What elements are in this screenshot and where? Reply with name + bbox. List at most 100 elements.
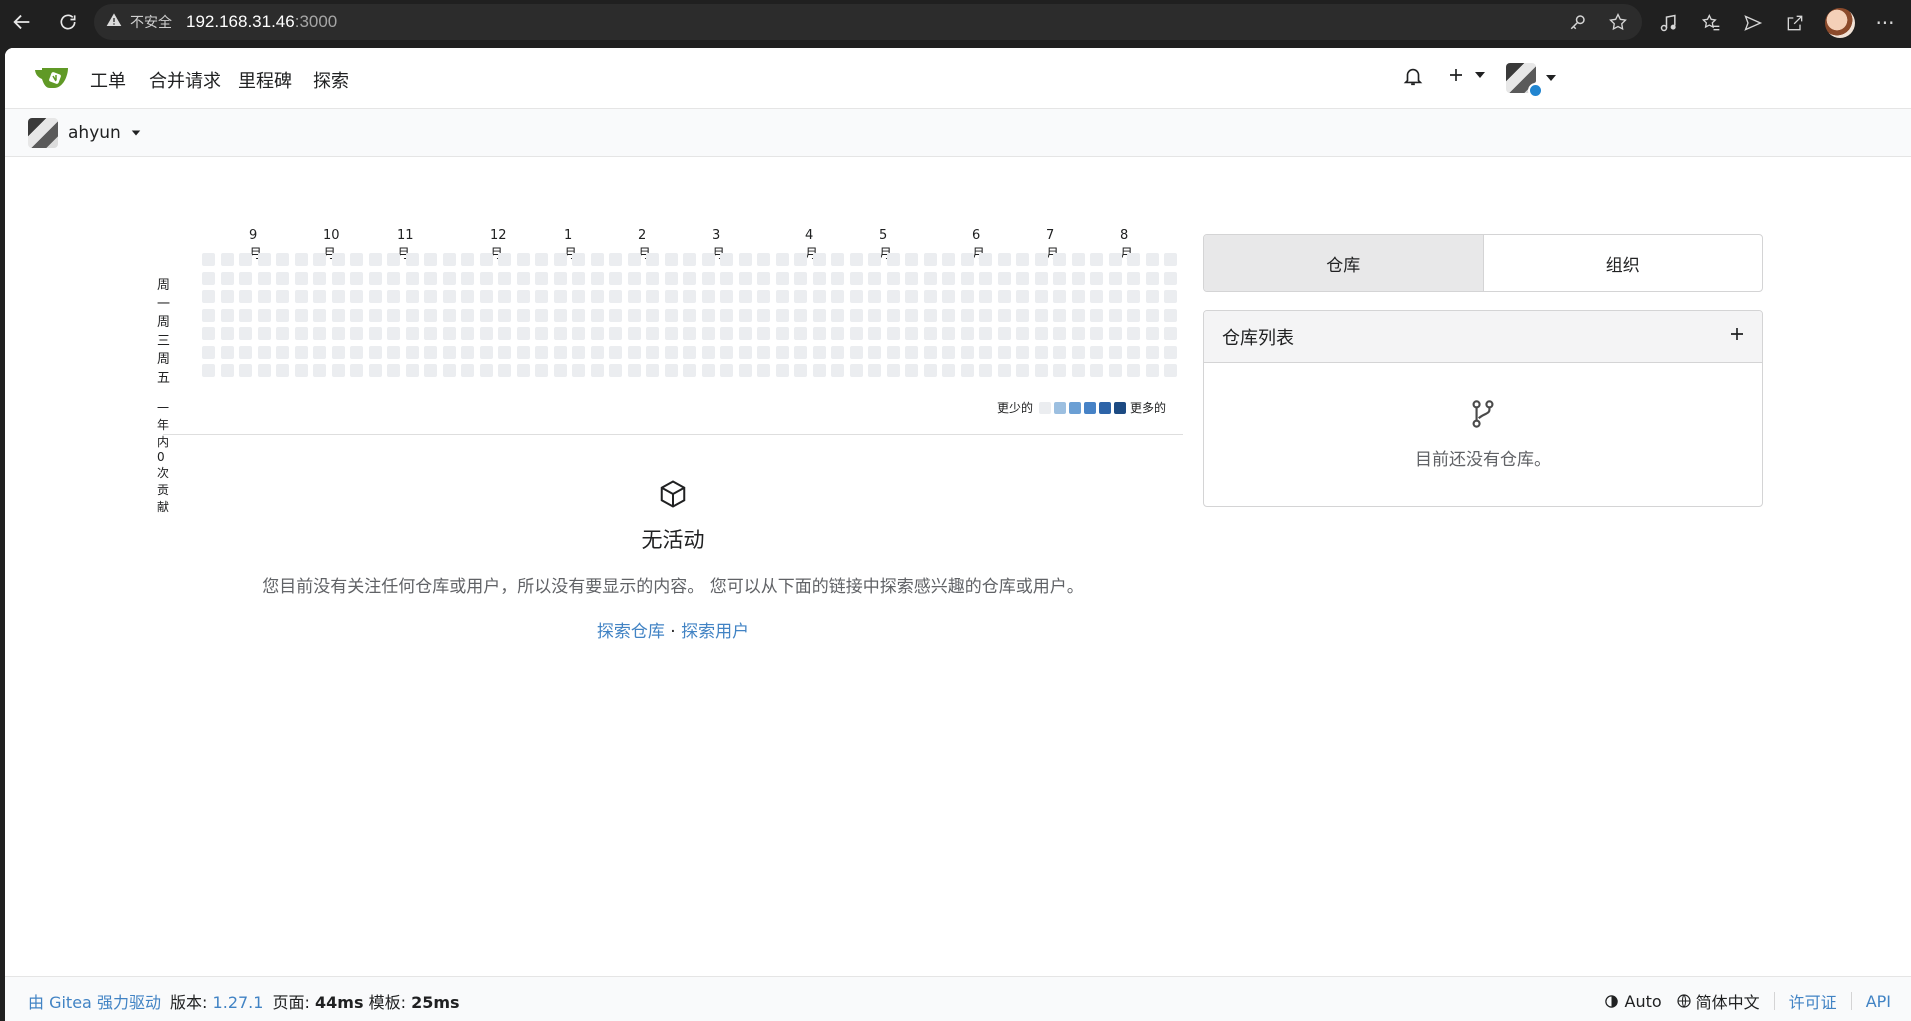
heatmap-cell[interactable] <box>479 345 493 359</box>
heatmap-cell[interactable] <box>738 345 752 359</box>
heatmap-cell[interactable] <box>442 271 456 285</box>
heatmap-cell[interactable] <box>1090 308 1103 322</box>
heatmap-cell[interactable] <box>886 327 900 340</box>
heatmap-cell[interactable] <box>368 345 382 359</box>
heatmap-cell[interactable] <box>683 327 696 340</box>
heatmap-cell[interactable] <box>775 308 789 322</box>
heatmap-cell[interactable] <box>701 327 715 340</box>
heatmap-cell[interactable] <box>812 327 826 340</box>
heatmap-cell[interactable] <box>424 364 437 377</box>
heatmap-cell[interactable] <box>331 308 345 322</box>
heatmap-cell[interactable] <box>461 271 474 285</box>
heatmap-cell[interactable] <box>202 364 215 377</box>
heatmap-cell[interactable] <box>350 308 363 322</box>
heatmap-cell[interactable] <box>276 290 289 303</box>
heatmap-cell[interactable] <box>461 308 474 322</box>
powered-by-gitea-link[interactable]: 由 Gitea 强力驱动 <box>28 993 161 1012</box>
heatmap-cell[interactable] <box>294 253 308 266</box>
heatmap-cell[interactable] <box>498 364 511 377</box>
heatmap-cell[interactable] <box>960 364 974 377</box>
heatmap-cell[interactable] <box>1090 271 1103 285</box>
heatmap-cell[interactable] <box>516 308 530 322</box>
heatmap-cell[interactable] <box>1108 364 1122 377</box>
heatmap-cell[interactable] <box>387 327 400 340</box>
heatmap-cell[interactable] <box>664 327 678 340</box>
media-icon[interactable] <box>1657 11 1681 35</box>
send-icon[interactable] <box>1741 11 1765 35</box>
heatmap-cell[interactable] <box>627 308 641 322</box>
heatmap-cell[interactable] <box>979 253 992 266</box>
heatmap-cell[interactable] <box>1090 327 1103 340</box>
heatmap-cell[interactable] <box>794 290 807 303</box>
heatmap-cell[interactable] <box>202 327 215 340</box>
heatmap-cell[interactable] <box>498 290 511 303</box>
heatmap-cell[interactable] <box>202 290 215 303</box>
heatmap-cell[interactable] <box>609 271 622 285</box>
heatmap-cell[interactable] <box>220 271 234 285</box>
heatmap-cell[interactable] <box>331 290 345 303</box>
share-icon[interactable] <box>1783 11 1807 35</box>
heatmap-cell[interactable] <box>775 327 789 340</box>
heatmap-cell[interactable] <box>1090 364 1103 377</box>
heatmap-cell[interactable] <box>646 364 659 377</box>
heatmap-cell[interactable] <box>1164 290 1177 303</box>
heatmap-cell[interactable] <box>868 327 881 340</box>
heatmap-cell[interactable] <box>442 308 456 322</box>
heatmap-cell[interactable] <box>1016 271 1029 285</box>
heatmap-cell[interactable] <box>997 364 1011 377</box>
heatmap-cell[interactable] <box>868 364 881 377</box>
heatmap-cell[interactable] <box>997 271 1011 285</box>
heatmap-cell[interactable] <box>239 290 252 303</box>
heatmap-cell[interactable] <box>664 364 678 377</box>
heatmap-cell[interactable] <box>553 253 567 266</box>
heatmap-cell[interactable] <box>368 364 382 377</box>
heatmap-cell[interactable] <box>720 290 733 303</box>
url-host[interactable]: 192.168.31.46 <box>186 12 295 32</box>
api-link[interactable]: API <box>1866 992 1891 1011</box>
heatmap-cell[interactable] <box>905 253 918 266</box>
heatmap-cell[interactable] <box>923 271 937 285</box>
heatmap-cell[interactable] <box>664 345 678 359</box>
heatmap-cell[interactable] <box>294 308 308 322</box>
heatmap-cell[interactable] <box>812 364 826 377</box>
heatmap-cell[interactable] <box>1053 345 1066 359</box>
heatmap-cell[interactable] <box>220 345 234 359</box>
heatmap-cell[interactable] <box>1127 271 1140 285</box>
heatmap-cell[interactable] <box>960 253 974 266</box>
heatmap-cell[interactable] <box>516 290 530 303</box>
heatmap-cell[interactable] <box>1164 271 1177 285</box>
heatmap-cell[interactable] <box>905 327 918 340</box>
heatmap-cell[interactable] <box>757 308 770 322</box>
reload-icon[interactable] <box>46 0 90 44</box>
heatmap-cell[interactable] <box>812 308 826 322</box>
heatmap-cell[interactable] <box>1071 253 1085 266</box>
heatmap-cell[interactable] <box>535 327 548 340</box>
heatmap-cell[interactable] <box>1016 327 1029 340</box>
heatmap-cell[interactable] <box>1034 271 1048 285</box>
heatmap-cell[interactable] <box>1164 345 1177 359</box>
heatmap-cell[interactable] <box>202 271 215 285</box>
heatmap-cell[interactable] <box>960 345 974 359</box>
heatmap-cell[interactable] <box>405 271 419 285</box>
heatmap-cell[interactable] <box>535 364 548 377</box>
heatmap-cell[interactable] <box>868 253 881 266</box>
more-icon[interactable]: ··· <box>1873 11 1897 35</box>
heatmap-cell[interactable] <box>960 327 974 340</box>
heatmap-cell[interactable] <box>257 345 271 359</box>
heatmap-cell[interactable] <box>1090 290 1103 303</box>
heatmap-cell[interactable] <box>664 253 678 266</box>
heatmap-cell[interactable] <box>627 271 641 285</box>
heatmap-cell[interactable] <box>1053 364 1066 377</box>
heatmap-cell[interactable] <box>220 308 234 322</box>
heatmap-cell[interactable] <box>350 364 363 377</box>
heatmap-cell[interactable] <box>868 290 881 303</box>
heatmap-cell[interactable] <box>1164 253 1177 266</box>
heatmap-cell[interactable] <box>461 345 474 359</box>
star-icon[interactable] <box>1606 10 1630 34</box>
heatmap-cell[interactable] <box>831 290 844 303</box>
heatmap-cell[interactable] <box>627 290 641 303</box>
heatmap-cell[interactable] <box>886 345 900 359</box>
heatmap-cell[interactable] <box>313 290 326 303</box>
nav-explore[interactable]: 探索 <box>313 67 349 93</box>
heatmap-cell[interactable] <box>553 308 567 322</box>
